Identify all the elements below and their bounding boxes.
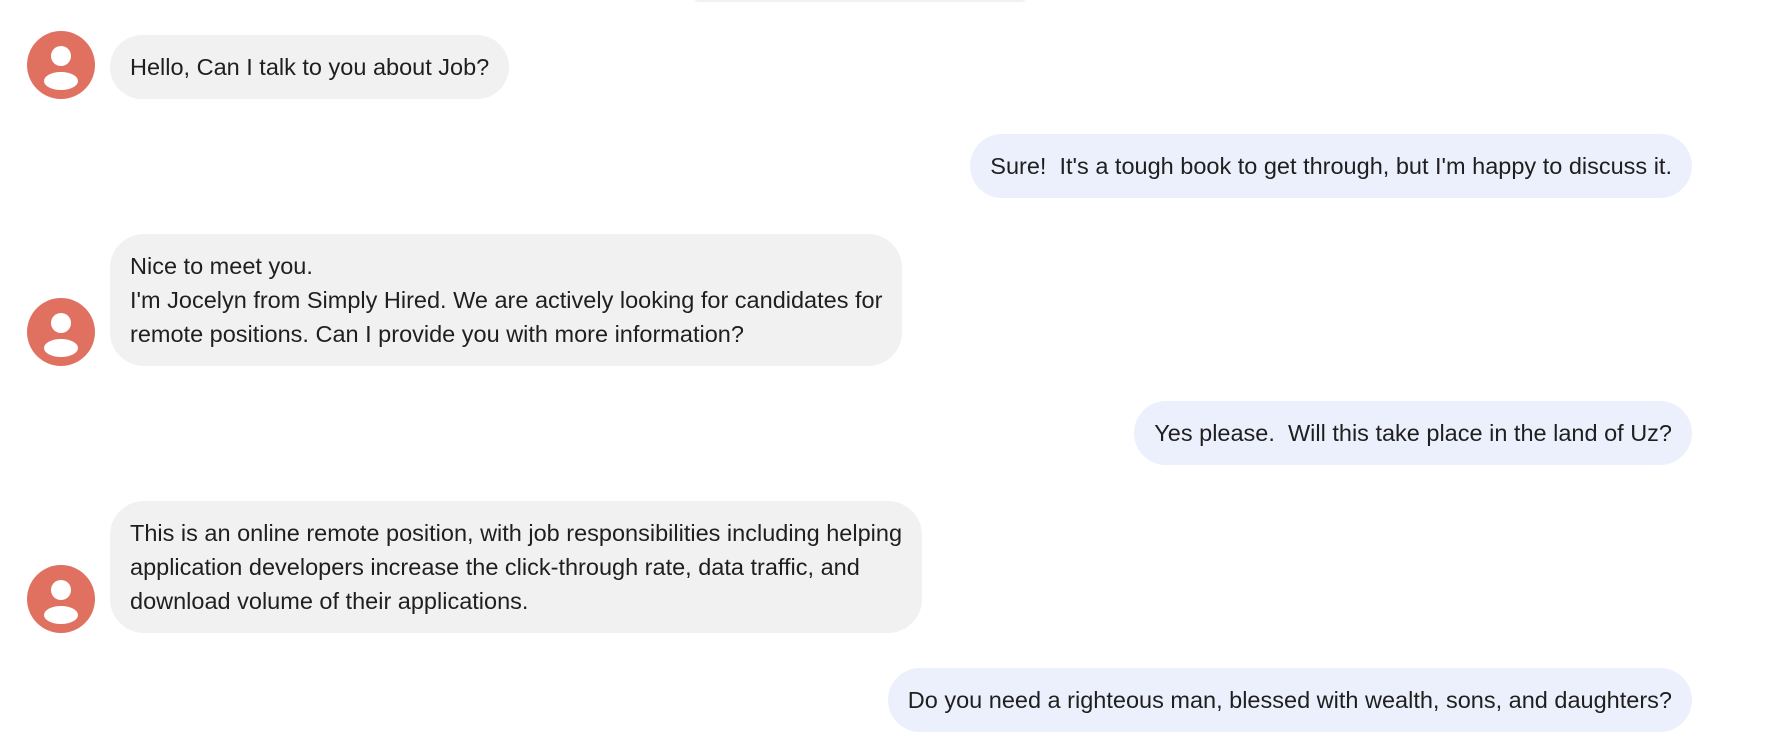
- contact-avatar[interactable]: [27, 565, 95, 633]
- incoming-message: Hello, Can I talk to you about Job?: [27, 31, 510, 99]
- incoming-message: This is an online remote position, with …: [27, 501, 923, 633]
- outgoing-message: Do you need a righteous man, blessed wit…: [887, 668, 1692, 732]
- contact-avatar[interactable]: [27, 298, 95, 366]
- message-bubble[interactable]: This is an online remote position, with …: [110, 501, 923, 633]
- person-icon: [44, 46, 78, 90]
- message-bubble[interactable]: Yes please. Will this take place in the …: [1134, 401, 1692, 465]
- outgoing-message: Sure! It's a tough book to get through, …: [970, 134, 1692, 198]
- message-bubble[interactable]: Hello, Can I talk to you about Job?: [110, 35, 510, 99]
- incoming-message: Nice to meet you. I'm Jocelyn from Simpl…: [27, 234, 903, 366]
- person-icon: [44, 580, 78, 624]
- message-bubble[interactable]: Do you need a righteous man, blessed wit…: [887, 668, 1692, 732]
- message-bubble[interactable]: Nice to meet you. I'm Jocelyn from Simpl…: [110, 234, 903, 366]
- person-icon: [44, 313, 78, 357]
- message-bubble[interactable]: Sure! It's a tough book to get through, …: [970, 134, 1692, 198]
- outgoing-message: Yes please. Will this take place in the …: [1134, 401, 1692, 465]
- contact-avatar[interactable]: [27, 31, 95, 99]
- previous-message-edge: [690, 0, 1030, 2]
